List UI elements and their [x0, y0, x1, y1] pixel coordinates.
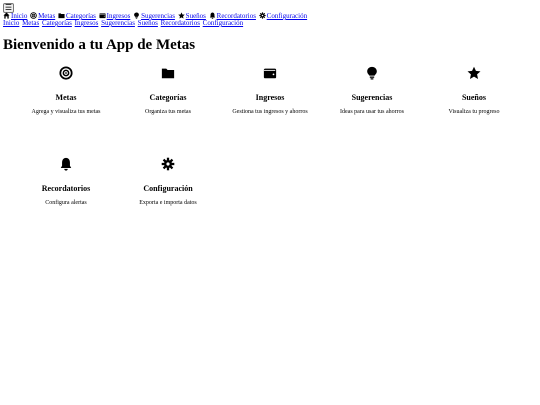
home-icon — [3, 12, 10, 19]
card-title: Sugerencias — [351, 93, 393, 102]
bell-icon — [209, 12, 215, 19]
wallet-icon — [263, 68, 277, 79]
folder-icon — [58, 13, 65, 19]
card-title: Sueños — [461, 93, 486, 102]
card-configuracion[interactable]: Configuración Exporta e importa datos — [117, 157, 219, 207]
card-title: Categorías — [149, 93, 187, 102]
target-icon — [59, 66, 73, 80]
card-description: Gestiona tus ingresos y ahorros — [232, 109, 308, 115]
card-title: Recordatorios — [41, 184, 91, 193]
page-title: Bienvenido a tu App de Metas — [3, 37, 196, 53]
wallet-icon — [99, 13, 106, 19]
card-metas[interactable]: Metas Agrega y visualiza tus metas — [15, 66, 117, 116]
lightbulb-icon — [367, 66, 377, 80]
nav-text-suenos[interactable]: Sueños — [138, 19, 158, 27]
card-sugerencias[interactable]: Sugerencias Ideas para usar tus ahorros — [321, 66, 423, 116]
bell-icon — [60, 157, 72, 171]
card-description: Organiza tus metas — [145, 109, 191, 115]
gear-icon — [259, 12, 266, 19]
hamburger-icon: ☰ — [4, 3, 13, 12]
nav-text-recordatorios[interactable]: Recordatorios — [161, 19, 200, 27]
target-icon — [30, 12, 37, 19]
lightbulb-icon — [134, 12, 139, 19]
card-ingresos[interactable]: Ingresos Gestiona tus ingresos y ahorros — [219, 66, 321, 116]
nav-text-sugerencias[interactable]: Sugerencias — [101, 19, 135, 27]
nav-text-ingresos[interactable]: Ingresos — [75, 19, 99, 27]
card-description: Configura alertas — [45, 200, 87, 206]
card-title: Configuración — [143, 184, 193, 193]
card-title: Metas — [55, 93, 77, 102]
nav-text-inicio[interactable]: Inicio — [3, 19, 19, 27]
text-nav: Inicio Metas Categorías Ingresos Sugeren… — [3, 19, 244, 27]
card-categorias[interactable]: Categorías Organiza tus metas — [117, 66, 219, 116]
star-icon — [467, 66, 481, 79]
card-title: Ingresos — [255, 93, 285, 102]
gear-icon — [161, 157, 175, 171]
card-suenos[interactable]: Sueños Visualiza tu progreso — [423, 66, 525, 116]
card-description: Ideas para usar tus ahorros — [340, 109, 404, 115]
card-description: Agrega y visualiza tus metas — [31, 109, 101, 115]
folder-icon — [161, 68, 175, 79]
star-icon — [177, 12, 185, 19]
card-recordatorios[interactable]: Recordatorios Configura alertas — [15, 157, 117, 207]
nav-text-categorias[interactable]: Categorías — [42, 19, 72, 27]
nav-link-configuracion[interactable]: Configuración — [259, 12, 307, 20]
nav-text-metas[interactable]: Metas — [22, 19, 39, 27]
card-description: Exporta e importa datos — [139, 200, 197, 206]
card-description: Visualiza tu progreso — [448, 109, 500, 115]
nav-text-configuracion[interactable]: Configuración — [203, 19, 243, 27]
